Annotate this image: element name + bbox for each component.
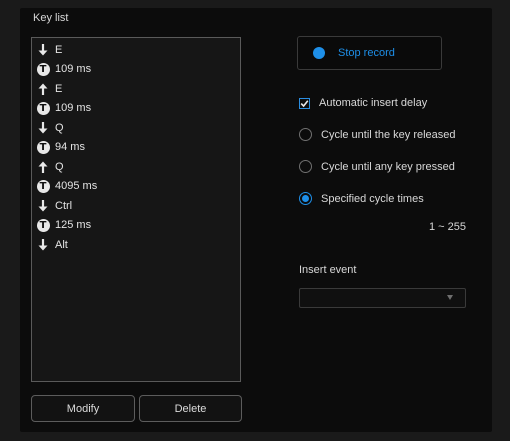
cycle-until-released-label: Cycle until the key released	[321, 128, 456, 141]
key-list-item[interactable]: T 125 ms	[36, 216, 97, 236]
record-indicator-icon	[313, 47, 325, 59]
key-list-item[interactable]: Q	[36, 118, 97, 138]
key-list-item[interactable]: Q	[36, 157, 97, 177]
key-list-item-text: 94 ms	[55, 141, 85, 154]
key-list-item[interactable]: T 109 ms	[36, 60, 97, 80]
auto-insert-delay-label: Automatic insert delay	[319, 97, 428, 109]
arrow-up-icon	[36, 82, 50, 96]
timer-glyph: T	[36, 101, 50, 115]
cycle-until-any-key-radio[interactable]	[299, 160, 312, 173]
cycle-until-released-radio[interactable]	[299, 128, 312, 141]
key-list-item-text: 125 ms	[55, 219, 92, 232]
checkmark-icon	[300, 99, 309, 107]
insert-event-label: Insert event	[299, 264, 357, 276]
arrow-down-icon	[36, 121, 50, 135]
key-list-item[interactable]: E	[36, 40, 97, 60]
key-list-item-text: Alt	[55, 238, 68, 251]
timer-glyph: T	[36, 179, 50, 193]
stop-record-label: Stop record	[338, 47, 395, 59]
specified-cycle-times-label: Specified cycle times	[321, 192, 424, 205]
key-list-item-text: Q	[55, 160, 64, 173]
key-list-item-text: E	[55, 43, 63, 56]
key-list[interactable]: E T 109 ms E T 109 ms Q T 94 ms Q T 4095 ms Ctrl T 125…	[31, 37, 241, 382]
key-list-item[interactable]: Alt	[36, 235, 97, 255]
arrow-down-icon	[36, 199, 50, 213]
timer-glyph: T	[36, 62, 50, 76]
timer-glyph: T	[36, 218, 50, 232]
key-list-item-text: 109 ms	[55, 102, 92, 115]
key-list-item-text: 109 ms	[55, 63, 92, 76]
cycle-range-text: 1 ~ 255	[428, 221, 466, 233]
timer-glyph: T	[36, 140, 50, 154]
arrow-down-icon	[36, 43, 50, 57]
timer-icon: T	[36, 140, 50, 154]
cycle-until-any-key-option[interactable]: Cycle until any key pressed	[299, 160, 455, 173]
key-list-item[interactable]: E	[36, 79, 97, 99]
insert-event-select[interactable]	[299, 288, 466, 308]
timer-icon: T	[36, 62, 50, 76]
timer-icon: T	[36, 218, 50, 232]
key-list-item-text: E	[55, 82, 63, 95]
timer-icon: T	[36, 101, 50, 115]
modify-button[interactable]: Modify	[31, 395, 135, 422]
cycle-until-released-option[interactable]: Cycle until the key released	[299, 128, 456, 141]
key-list-rows: E T 109 ms E T 109 ms Q T 94 ms Q T 4095 ms Ctrl T 125…	[32, 38, 97, 255]
stop-record-button[interactable]: Stop record	[297, 36, 442, 70]
key-list-item-text: Ctrl	[55, 199, 73, 212]
key-list-label: Key list	[33, 12, 69, 24]
cycle-until-any-key-label: Cycle until any key pressed	[321, 160, 455, 173]
auto-insert-delay-option[interactable]: Automatic insert delay	[299, 97, 427, 109]
timer-icon: T	[36, 179, 50, 193]
delete-button[interactable]: Delete	[139, 395, 242, 422]
key-list-item-text: 4095 ms	[55, 180, 98, 193]
dropdown-arrow-icon[interactable]	[447, 295, 453, 300]
specified-cycle-times-option[interactable]: Specified cycle times	[299, 192, 424, 205]
key-list-item[interactable]: T 109 ms	[36, 99, 97, 119]
specified-cycle-times-radio[interactable]	[299, 192, 312, 205]
key-list-item-text: Q	[55, 121, 64, 134]
key-list-item[interactable]: T 94 ms	[36, 138, 97, 158]
auto-insert-delay-checkbox[interactable]	[299, 97, 310, 109]
key-list-item[interactable]: Ctrl	[36, 196, 97, 216]
arrow-up-icon	[36, 160, 50, 174]
arrow-down-icon	[36, 238, 50, 252]
key-list-item[interactable]: T 4095 ms	[36, 177, 97, 197]
